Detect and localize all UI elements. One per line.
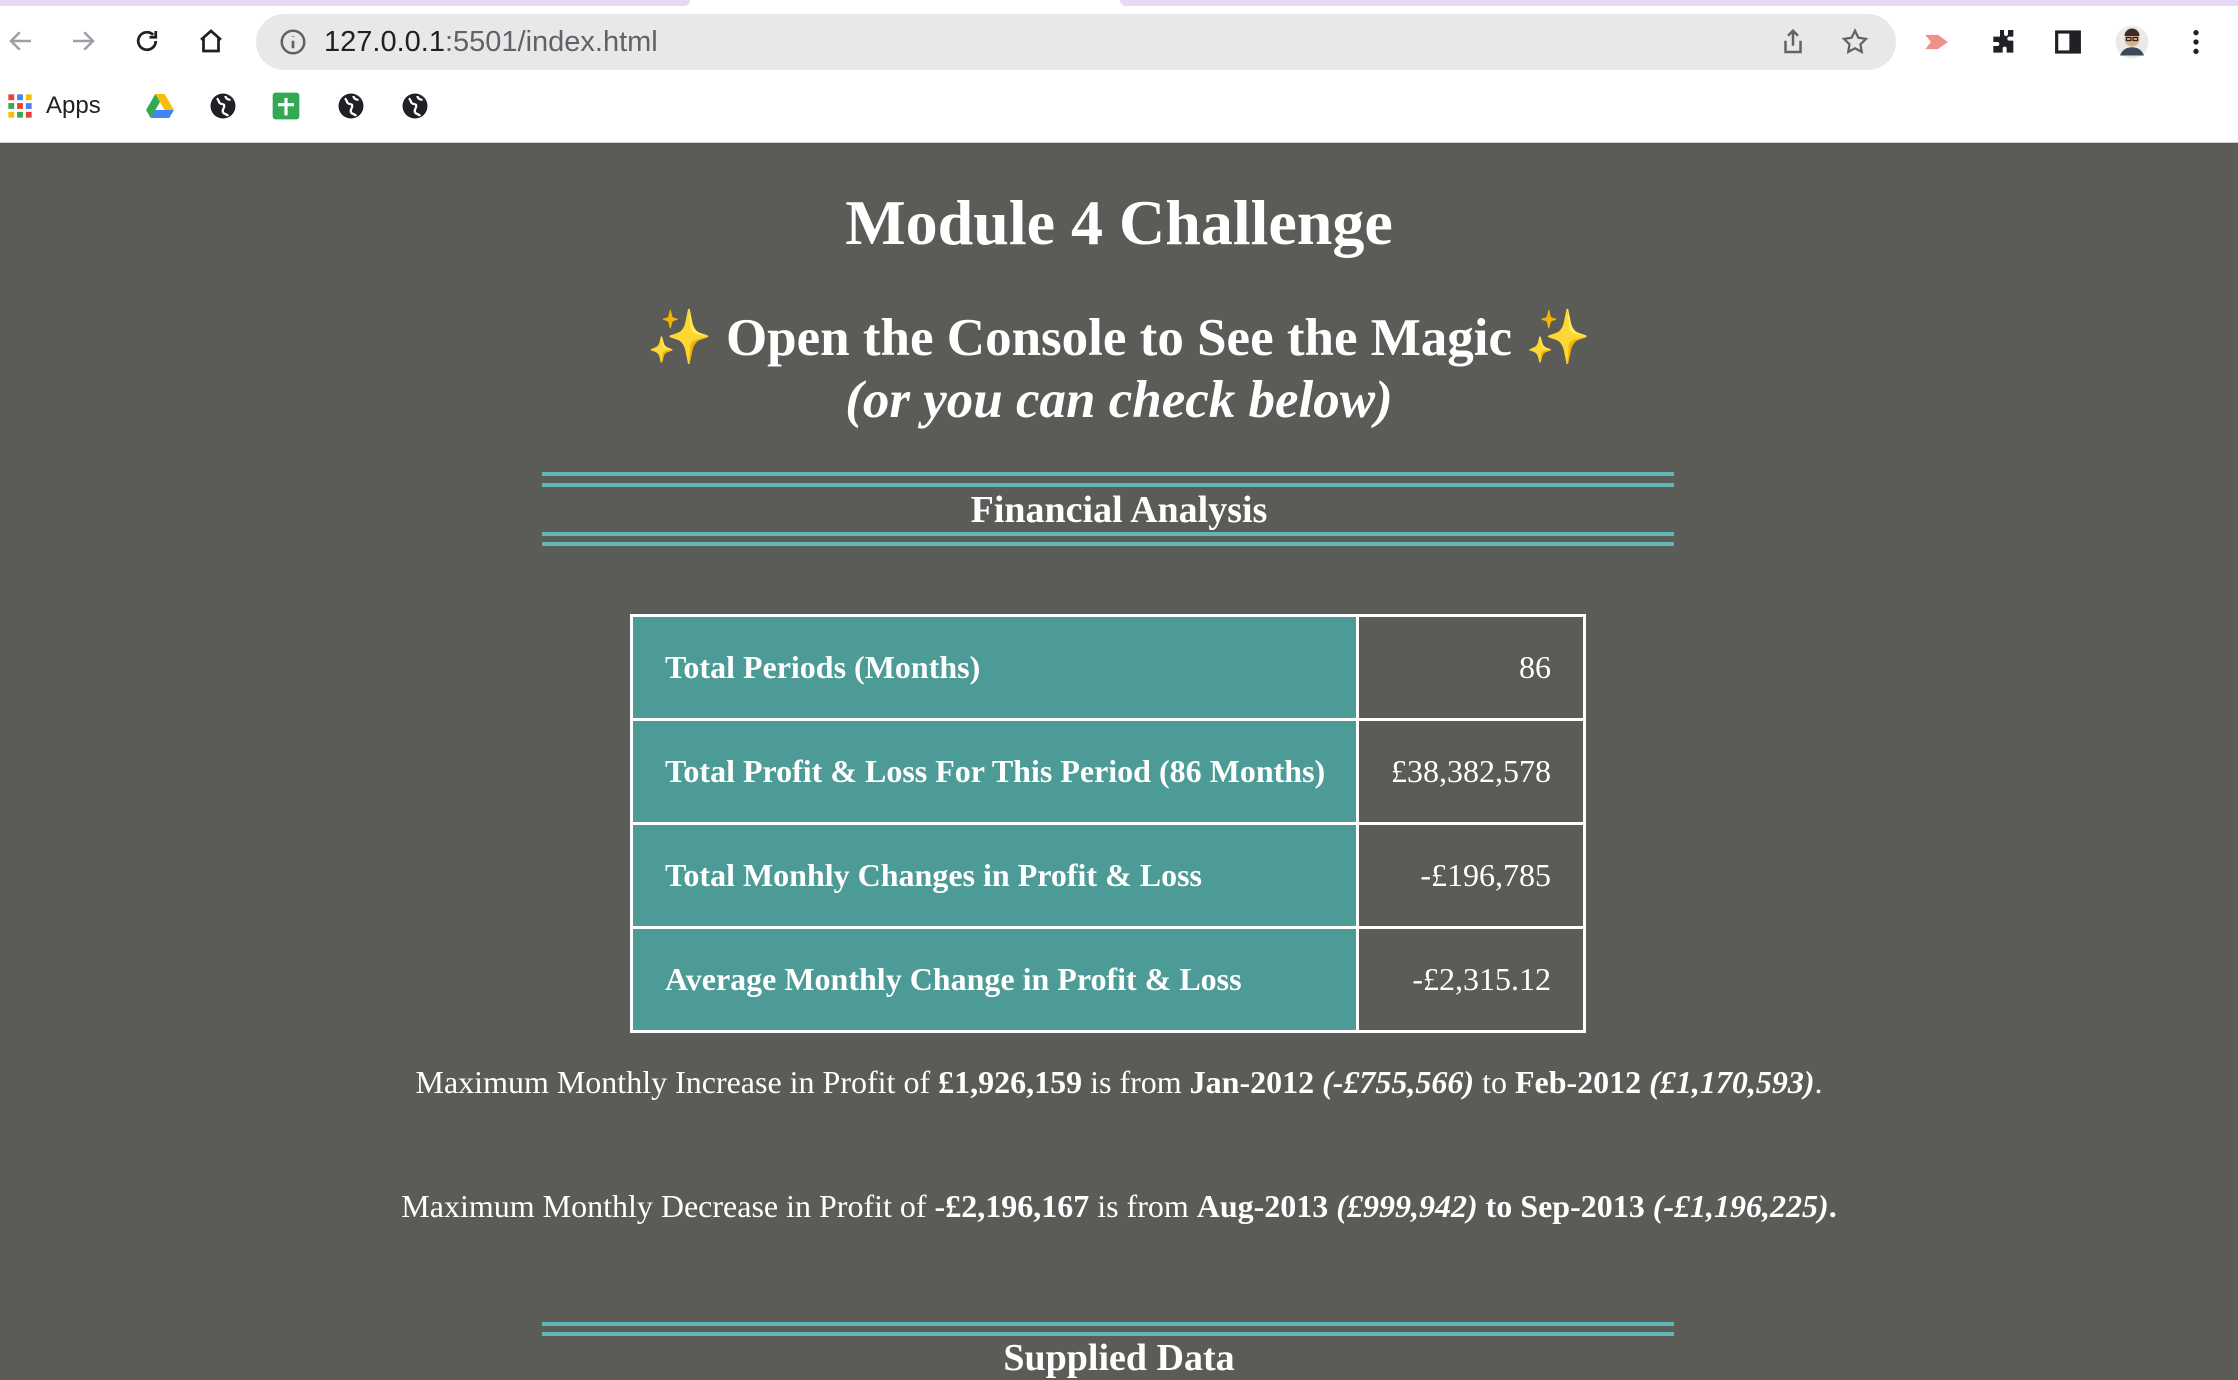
kebab-menu-icon: [2193, 30, 2199, 54]
globe-icon: [338, 93, 364, 119]
divider: [542, 483, 1674, 487]
bookmark-globe-1[interactable]: [208, 88, 238, 124]
section-title-financial-analysis: Financial Analysis: [970, 489, 1268, 531]
bookmark-google-sheets[interactable]: [270, 88, 302, 124]
increase-to-value: (£1,170,593): [1641, 1064, 1815, 1100]
extension-button[interactable]: [1918, 22, 1958, 62]
cast-extension-icon: [1925, 34, 1948, 50]
arrow-left-icon: [9, 31, 31, 51]
row-value: 86: [1356, 614, 1586, 721]
increase-from-month: Jan-2012: [1189, 1064, 1315, 1100]
increase-amount: £1,926,159: [938, 1064, 1083, 1100]
divider: [542, 542, 1674, 546]
info-icon[interactable]: [278, 27, 308, 57]
row-value: -£2,315.12: [1356, 926, 1586, 1033]
row-value: -£196,785: [1356, 822, 1586, 929]
table-row: Average Monthly Change in Profit & Loss …: [630, 926, 1586, 1033]
decrease-from-month: Aug-2013: [1196, 1188, 1329, 1224]
address-bar[interactable]: 127.0.0.1:5501/index.html: [256, 14, 1896, 70]
table-row: Total Monhly Changes in Profit & Loss -£…: [630, 822, 1586, 929]
decrease-mid2: to: [1477, 1188, 1521, 1224]
row-value: £38,382,578: [1356, 718, 1586, 825]
bookmark-globe-2[interactable]: [336, 88, 366, 124]
row-label: Total Profit & Loss For This Period (86 …: [630, 718, 1359, 825]
puzzle-icon: [1993, 30, 2014, 53]
side-panel-button[interactable]: [2048, 22, 2088, 62]
browser-chrome: 127.0.0.1:5501/index.html Apps: [0, 0, 2238, 143]
row-label: Average Monthly Change in Profit & Loss: [630, 926, 1359, 1033]
google-drive-icon: [146, 94, 174, 118]
bookmark-star-button[interactable]: [1838, 25, 1872, 59]
reload-button[interactable]: [126, 20, 168, 62]
increase-mid2: to: [1474, 1064, 1515, 1100]
tab-strip: [0, 0, 690, 6]
profile-button[interactable]: [2112, 22, 2152, 62]
url-text[interactable]: 127.0.0.1:5501/index.html: [324, 26, 658, 59]
divider: [542, 532, 1674, 536]
share-icon: [1784, 28, 1802, 54]
sparkles-icon: ✨: [1525, 309, 1592, 367]
extensions-menu-button[interactable]: [1984, 22, 2024, 62]
max-increase-text: Maximum Monthly Increase in Profit of £1…: [0, 1064, 2238, 1101]
decrease-to-month: Sep-2013: [1520, 1188, 1645, 1224]
apps-grid-icon: [8, 94, 32, 118]
divider: [542, 472, 1674, 476]
page-title: Module 4 Challenge: [845, 187, 1393, 258]
browser-menu-button[interactable]: [2176, 22, 2216, 62]
decrease-lead: Maximum Monthly Decrease in Profit of: [401, 1188, 935, 1224]
increase-mid1: is from: [1082, 1064, 1190, 1100]
tab-strip: [1120, 0, 2238, 6]
bookmark-label: Apps: [46, 92, 101, 119]
share-button[interactable]: [1776, 25, 1810, 59]
avatar: [2115, 25, 2149, 59]
decrease-to-value: (-£1,196,225): [1644, 1188, 1829, 1224]
decrease-amount: -£2,196,167: [934, 1188, 1090, 1224]
decrease-mid1: is from: [1089, 1188, 1197, 1224]
url-path: :5501/index.html: [444, 26, 658, 58]
globe-icon: [402, 93, 428, 119]
row-label: Total Monhly Changes in Profit & Loss: [630, 822, 1359, 929]
sparkles-icon: ✨: [646, 309, 713, 367]
arrow-right-icon: [73, 31, 95, 51]
bookmarks-bar: Apps: [0, 84, 2238, 128]
max-decrease-text: Maximum Monthly Decrease in Profit of -£…: [0, 1188, 2238, 1225]
increase-lead: Maximum Monthly Increase in Profit of: [415, 1064, 939, 1100]
star-icon: [1841, 28, 1869, 54]
reload-icon: [136, 30, 158, 52]
browser-toolbar: 127.0.0.1:5501/index.html: [0, 10, 2238, 72]
subtitle-text: Open the Console to See the Magic: [725, 309, 1513, 367]
bookmark-apps[interactable]: Apps: [6, 88, 101, 124]
decrease-from-value: (£999,942): [1328, 1188, 1478, 1224]
side-panel-icon: [2055, 30, 2081, 54]
financial-summary-table: Total Periods (Months) 86 Total Profit &…: [630, 614, 1586, 1033]
forward-button[interactable]: [62, 20, 104, 62]
bookmark-globe-3[interactable]: [400, 88, 430, 124]
home-icon: [200, 29, 222, 53]
url-host: 127.0.0.1: [324, 26, 445, 58]
bookmark-google-drive[interactable]: [144, 88, 176, 124]
page-content: Module 4 Challenge ✨ Open the Console to…: [0, 144, 2238, 1379]
section-title-supplied-data: Supplied Data: [1003, 1337, 1235, 1379]
row-label: Total Periods (Months): [630, 614, 1359, 721]
google-sheets-icon: [272, 92, 300, 120]
increase-from-value: (-£755,566): [1314, 1064, 1475, 1100]
page-subtitle-2: (or you can check below): [845, 371, 1393, 429]
decrease-end: .: [1828, 1188, 1837, 1224]
increase-to-month: Feb-2012: [1514, 1064, 1642, 1100]
divider: [542, 1322, 1674, 1326]
back-button[interactable]: [0, 20, 42, 62]
table-row: Total Periods (Months) 86: [630, 614, 1586, 721]
table-row: Total Profit & Loss For This Period (86 …: [630, 718, 1586, 825]
increase-end: .: [1814, 1064, 1823, 1100]
home-button[interactable]: [190, 20, 232, 62]
page-subtitle: ✨ Open the Console to See the Magic ✨: [0, 306, 2238, 368]
globe-icon: [210, 93, 236, 119]
